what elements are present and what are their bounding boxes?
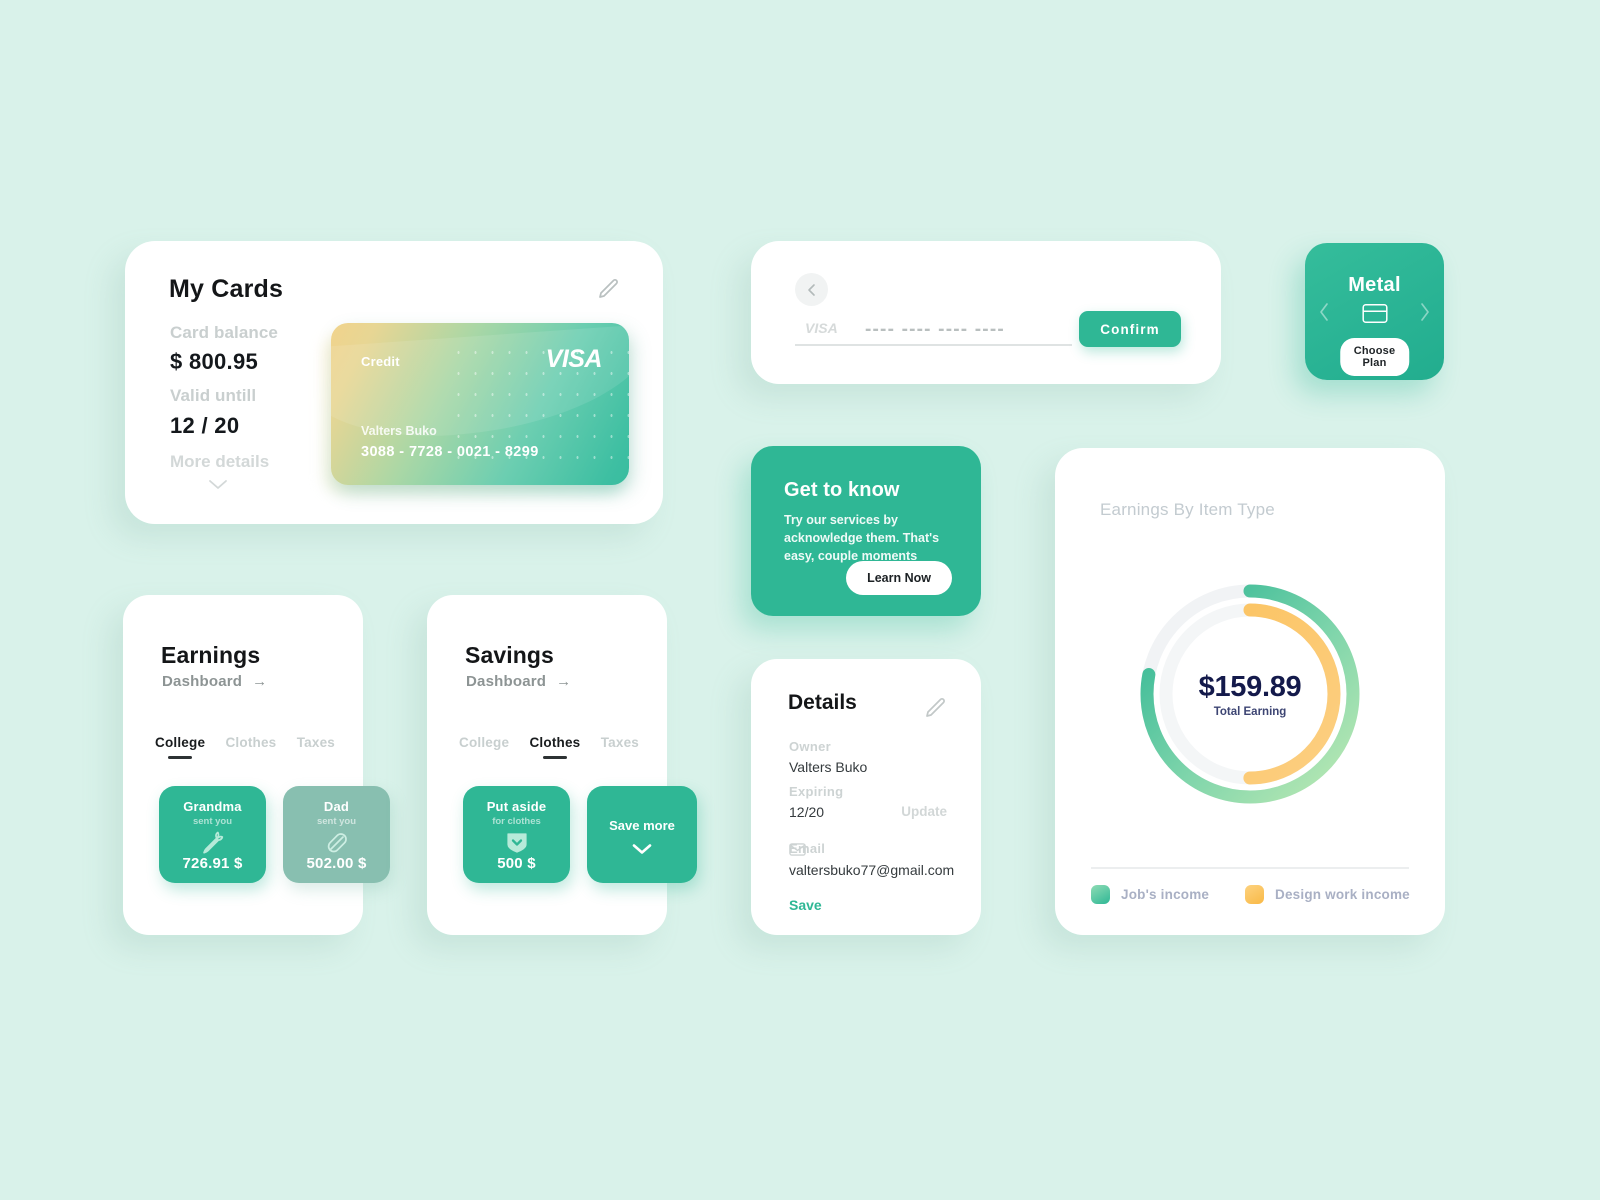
details-panel: Details Owner Valters Buko Expiring 12/2… [751,659,981,935]
earnings-dashboard-link[interactable]: Dashboard → [162,673,267,690]
chevron-left-icon [807,283,815,296]
earnings-title: Earnings [161,642,261,668]
back-button[interactable] [795,273,828,306]
details-title: Details [788,691,857,714]
tab-taxes[interactable]: Taxes [297,735,335,759]
metal-plan-title: Metal [1348,274,1401,296]
credit-card-visual[interactable]: Credit VISA Valters Buko 3088 - 7728 - 0… [331,323,629,485]
earnings-chart-panel: Earnings By Item Type $159.89 Total Earn… [1055,448,1445,935]
owner-value: Valters Buko [789,759,868,775]
legend-item-jobs-income: Job's income [1091,885,1209,904]
total-earning-amount: $159.89 [1198,671,1302,703]
credit-card-type: Credit [361,354,400,369]
tile-amount: 500 $ [497,855,536,872]
metal-plan-card: Metal Choose Plan [1305,243,1444,380]
tab-clothes[interactable]: Clothes [225,735,276,759]
carrot-icon [202,831,223,854]
earnings-dashboard-label: Dashboard [162,673,243,690]
choose-plan-button[interactable]: Choose Plan [1339,338,1410,376]
tile-name: Put aside [486,799,547,814]
savings-tabs: College Clothes Taxes [459,735,639,759]
tile-name: Dad [323,799,350,814]
tile-sub: sent you [316,816,357,827]
card-balance-label: Card balance [170,323,278,342]
save-link[interactable]: Save [789,897,822,913]
confirm-button[interactable]: Confirm [1079,311,1181,347]
get-to-know-body: Try our services by acknowledge them. Th… [784,513,940,563]
tile-sub: for clothes [492,816,541,827]
credit-card-icon [1361,304,1388,323]
pencil-icon[interactable] [597,277,621,301]
earnings-panel: Earnings Dashboard → College Clothes Taxe… [123,595,390,935]
chevron-right-icon[interactable] [1417,300,1432,324]
more-details-link[interactable]: More details [170,452,269,472]
legend-item-design-income: Design work income [1245,885,1410,904]
get-to-know-title: Get to know [784,479,900,501]
input-underline [795,344,1072,346]
tab-college[interactable]: College [155,735,205,759]
donut-chart: $159.89 Total Earning [1131,575,1369,813]
email-value: valtersbuko77@gmail.com [789,862,955,878]
legend-label: Job's income [1121,887,1210,902]
app-canvas: My Cards Card balance $ 800.95 Valid unt… [0,0,1600,1200]
valid-until-label: Valid untill [170,386,257,405]
feather-icon [327,833,347,853]
visa-brand-hint: VISA [805,320,838,336]
owner-label: Owner [789,739,831,754]
chart-title: Earnings By Item Type [1100,500,1275,519]
arrow-right-icon: → [252,673,268,690]
earnings-tile-grandma[interactable]: Grandma sent you 726.91 $ [159,786,266,883]
legend-swatch [1245,885,1264,904]
earnings-tabs: College Clothes Taxes [155,735,335,759]
tab-clothes[interactable]: Clothes [529,735,580,759]
visa-logo: VISA [545,345,603,373]
update-link[interactable]: Update [901,804,947,819]
card-balance-value: $ 800.95 [170,349,259,374]
add-card-panel: VISA Confirm [751,241,1221,384]
get-to-know-card: Get to know Try our services by acknowle… [751,446,981,616]
card-number-input[interactable] [865,319,1065,341]
savings-title: Savings [465,642,554,668]
chart-divider [1091,867,1409,869]
savings-tile-put-aside[interactable]: Put aside for clothes 500 $ [463,786,570,883]
learn-now-button[interactable]: Learn Now [846,561,952,595]
savings-dashboard-link[interactable]: Dashboard → [466,673,571,690]
chevron-left-icon[interactable] [1317,300,1332,324]
email-label: Email [789,841,826,856]
donut-center-labels: $159.89 Total Earning [1131,671,1369,718]
legend-swatch [1091,885,1110,904]
tab-college[interactable]: College [459,735,509,759]
savings-tile-save-more[interactable]: Save more [587,786,697,883]
tile-amount: 726.91 $ [182,855,243,872]
arrow-right-icon: → [556,673,572,690]
savings-panel: Savings Dashboard → College Clothes Taxes… [427,595,697,935]
chevron-down-icon [632,844,652,854]
credit-card-number: 3088 - 7728 - 0021 - 8299 [361,444,539,460]
tab-taxes[interactable]: Taxes [601,735,639,759]
tile-name: Grandma [183,799,242,814]
my-cards-title: My Cards [169,275,284,303]
tile-amount: 502.00 $ [306,855,367,872]
tile-sub: sent you [192,816,233,827]
pencil-icon[interactable] [924,696,948,720]
tile-name: Save more [609,818,675,833]
shield-down-icon [506,833,527,853]
valid-until-value: 12 / 20 [170,413,240,438]
credit-card-holder: Valters Buko [361,424,437,438]
total-earning-label: Total Earning [1213,706,1287,718]
my-cards-panel: My Cards Card balance $ 800.95 Valid unt… [125,241,663,524]
savings-dashboard-label: Dashboard [466,673,547,690]
expiring-value: 12/20 [789,804,825,820]
legend-label: Design work income [1275,887,1410,902]
expiring-label: Expiring [789,784,844,799]
earnings-tile-dad[interactable]: Dad sent you 502.00 $ [283,786,390,883]
chevron-down-icon[interactable] [207,477,229,491]
